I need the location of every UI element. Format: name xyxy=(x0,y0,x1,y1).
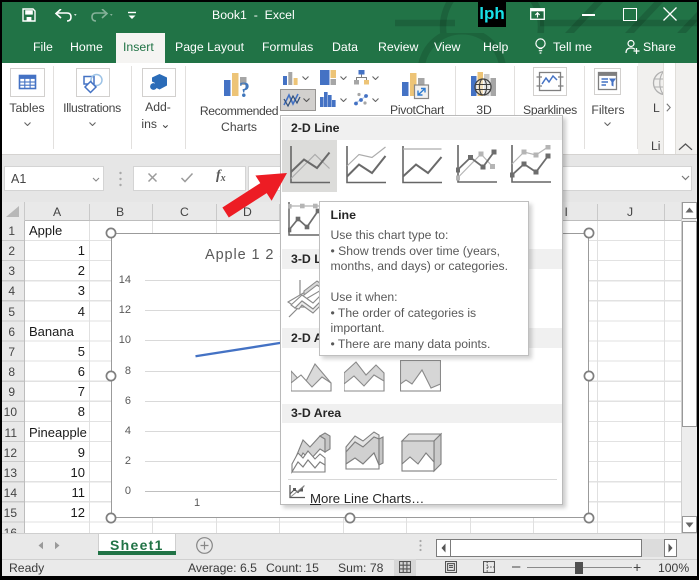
svg-text:?: ? xyxy=(239,77,250,102)
